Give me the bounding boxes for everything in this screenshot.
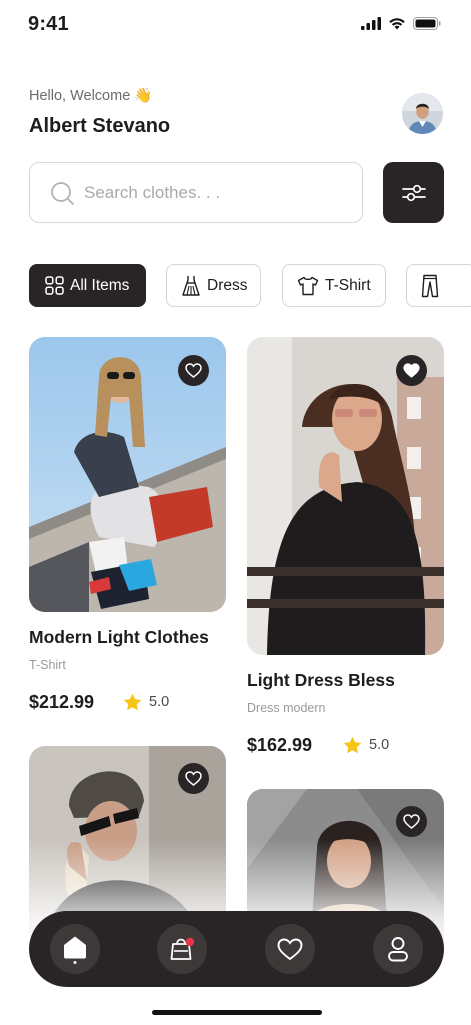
product-title: Modern Light Clothes xyxy=(29,627,209,647)
signal-icon xyxy=(361,17,381,30)
product-card[interactable]: Light Dress Bless Dress modern $162.99 5… xyxy=(247,337,444,757)
category-label: T-Shirt xyxy=(325,276,371,294)
nav-favorites[interactable] xyxy=(265,924,315,974)
tshirt-icon xyxy=(297,276,319,295)
status-time: 9:41 xyxy=(28,13,69,35)
nav-home[interactable] xyxy=(50,924,100,974)
sliders-icon xyxy=(401,184,426,201)
heart-filled-icon xyxy=(403,363,420,378)
favorite-button[interactable] xyxy=(178,355,209,386)
star-icon xyxy=(123,693,142,711)
avatar[interactable] xyxy=(402,93,443,134)
product-price: $162.99 xyxy=(247,735,313,755)
filter-button[interactable] xyxy=(383,162,444,223)
nav-cart[interactable] xyxy=(157,924,207,974)
heart-outline-icon xyxy=(185,363,202,378)
bottom-nav xyxy=(29,911,444,987)
category-chip-pants[interactable] xyxy=(406,264,471,307)
grid-icon xyxy=(45,276,64,295)
shopping-bag-icon xyxy=(170,937,195,960)
wifi-icon xyxy=(389,18,405,30)
product-subtitle: T-Shirt xyxy=(29,658,66,672)
nav-profile[interactable] xyxy=(373,924,423,974)
search-input[interactable] xyxy=(84,179,344,207)
user-name: Albert Stevano xyxy=(29,115,171,137)
user-icon xyxy=(388,937,408,962)
favorite-button[interactable] xyxy=(396,806,427,837)
category-chips: All Items Dress T-Shirt xyxy=(29,264,471,307)
search-icon xyxy=(51,182,74,205)
star-icon xyxy=(343,736,362,754)
product-card[interactable]: Modern Light Clothes T-Shirt $212.99 5.0 xyxy=(29,337,226,717)
battery-icon xyxy=(413,17,441,30)
category-chip-t-shirt[interactable]: T-Shirt xyxy=(282,264,386,307)
home-icon xyxy=(64,936,86,964)
heart-outline-icon xyxy=(185,771,202,786)
product-rating: 5.0 xyxy=(123,693,169,711)
category-chip-dress[interactable]: Dress xyxy=(166,264,261,307)
heart-outline-icon xyxy=(403,814,420,829)
status-icons xyxy=(361,17,441,30)
category-chip-all-items[interactable]: All Items xyxy=(29,264,146,307)
rating-value: 5.0 xyxy=(369,737,390,753)
product-title: Light Dress Bless xyxy=(247,670,395,690)
product-price: $212.99 xyxy=(29,692,95,712)
product-rating: 5.0 xyxy=(343,736,389,754)
rating-value: 5.0 xyxy=(149,694,170,710)
status-bar: 9:41 xyxy=(0,0,471,50)
greeting-text: Hello, Welcome 👋 xyxy=(29,88,153,104)
heart-icon xyxy=(277,938,303,960)
avatar-image xyxy=(402,93,443,134)
category-label: All Items xyxy=(70,276,130,294)
favorite-button[interactable] xyxy=(396,355,427,386)
pants-icon xyxy=(421,274,439,297)
product-subtitle: Dress modern xyxy=(247,701,326,715)
home-indicator xyxy=(152,1010,322,1015)
category-label: Dress xyxy=(207,276,248,294)
favorite-button[interactable] xyxy=(178,763,209,794)
search-box[interactable] xyxy=(29,162,363,223)
dress-icon xyxy=(182,275,200,296)
